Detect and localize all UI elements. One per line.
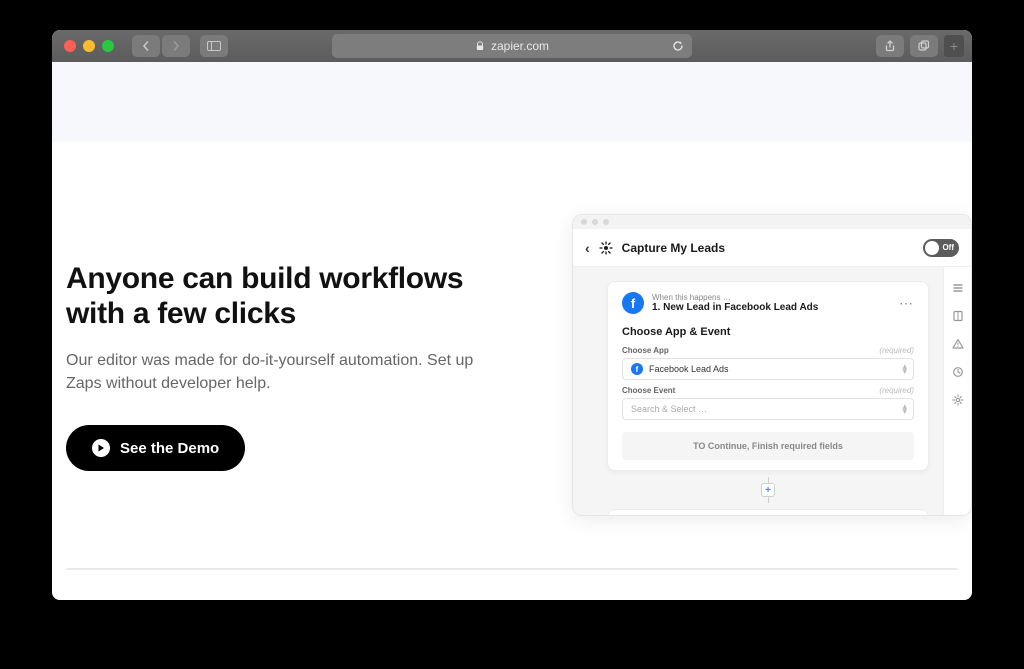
fullscreen-window-button[interactable] — [102, 40, 114, 52]
toggle-knob — [925, 241, 939, 255]
facebook-icon: f — [631, 363, 643, 375]
choose-event-label: Choose Event — [622, 386, 675, 395]
choose-app-value: Facebook Lead Ads — [649, 364, 729, 374]
tabs-icon — [918, 40, 930, 52]
step-more-button[interactable]: ⋯ — [899, 295, 914, 312]
section-divider — [66, 568, 958, 570]
editor-header: ‹ Capture My Leads Off — [573, 229, 971, 267]
chevron-updown-icon: ▴▾ — [902, 404, 907, 414]
address-bar[interactable]: zapier.com — [332, 34, 692, 58]
add-step-button[interactable]: + — [761, 483, 775, 497]
action-step-card[interactable] — [607, 509, 929, 515]
gear-icon[interactable] — [951, 393, 965, 407]
sidebar-toggle-button[interactable] — [200, 35, 228, 57]
section-title: Choose App & Event — [622, 326, 914, 338]
required-hint: (required) — [879, 346, 914, 355]
minimize-window-button[interactable] — [83, 40, 95, 52]
chevron-left-icon — [141, 41, 151, 51]
see-demo-button[interactable]: See the Demo — [66, 425, 245, 471]
share-button[interactable] — [876, 35, 904, 57]
alert-icon[interactable] — [951, 337, 965, 351]
browser-toolbar: zapier.com + — [52, 30, 972, 62]
toggle-label: Off — [942, 243, 954, 252]
continue-button[interactable]: TO Continue, Finish required fields — [622, 432, 914, 460]
forward-button[interactable] — [162, 35, 190, 57]
choose-event-placeholder: Search & Select … — [631, 404, 707, 414]
history-icon[interactable] — [951, 365, 965, 379]
choose-app-label: Choose App — [622, 346, 669, 355]
chevron-updown-icon: ▴▾ — [902, 364, 907, 374]
choose-event-select[interactable]: Search & Select … ▴▾ — [622, 398, 914, 420]
cta-label: See the Demo — [120, 440, 219, 457]
editor-back-button[interactable]: ‹ — [585, 240, 590, 256]
choose-app-select[interactable]: f Facebook Lead Ads ▴▾ — [622, 358, 914, 380]
outline-icon[interactable] — [951, 281, 965, 295]
required-hint: (required) — [879, 386, 914, 395]
when-label: When this happens … — [652, 293, 818, 302]
mock-dot — [592, 219, 598, 225]
safari-browser-window: zapier.com + Anyone can build workflows … — [52, 30, 972, 600]
tabs-button[interactable] — [910, 35, 938, 57]
back-button[interactable] — [132, 35, 160, 57]
editor-preview: ‹ Capture My Leads Off — [572, 214, 972, 516]
chevron-right-icon — [171, 41, 181, 51]
step-connector: + — [577, 477, 959, 503]
facebook-icon: f — [622, 292, 644, 314]
sidebar-icon — [207, 41, 221, 51]
zap-title[interactable]: Capture My Leads — [622, 241, 725, 255]
zapier-logo-icon — [598, 240, 614, 256]
reload-icon — [672, 40, 684, 52]
url-text: zapier.com — [491, 39, 549, 53]
page-content: Anyone can build workflows with a few cl… — [52, 62, 972, 600]
trigger-step-card[interactable]: f When this happens … 1. New Lead in Fac… — [607, 281, 929, 471]
hero-subhead: Our editor was made for do-it-yourself a… — [66, 349, 484, 395]
mock-dot — [581, 219, 587, 225]
docs-icon[interactable] — [951, 309, 965, 323]
lock-icon — [475, 41, 485, 51]
window-controls — [64, 40, 114, 52]
reload-button[interactable] — [672, 40, 684, 52]
close-window-button[interactable] — [64, 40, 76, 52]
editor-side-rail — [943, 267, 971, 515]
new-tab-button[interactable]: + — [944, 35, 964, 57]
mock-titlebar — [573, 215, 971, 229]
hero-headline: Anyone can build workflows with a few cl… — [66, 262, 484, 331]
mock-dot — [603, 219, 609, 225]
play-icon — [92, 439, 110, 457]
share-icon — [884, 40, 896, 52]
enable-zap-toggle[interactable]: Off — [923, 239, 959, 257]
trigger-title: 1. New Lead in Facebook Lead Ads — [652, 302, 818, 313]
